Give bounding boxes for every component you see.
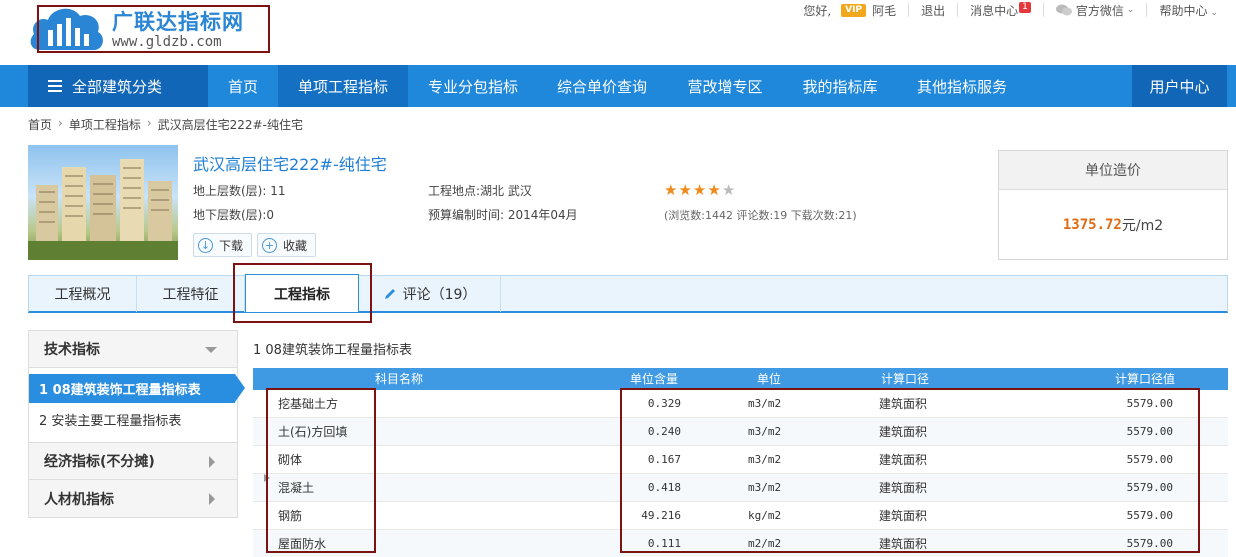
nav-item-vat[interactable]: 营改增专区 (666, 65, 784, 107)
sidebar-material-header[interactable]: 人材机指标 (28, 480, 238, 518)
nav-item-home[interactable]: 首页 (208, 65, 278, 107)
divider (1146, 3, 1148, 17)
user-center-button[interactable]: 用户中心 (1132, 65, 1227, 107)
unit-price-label: 单位造价 (999, 151, 1227, 190)
project-location: 工程地点:湖北 武汉 (428, 184, 532, 198)
nav-item-my-library[interactable]: 我的指标库 (784, 65, 896, 107)
budget-time: 预算编制时间: 2014年04月 (428, 208, 578, 222)
unit-price-body: 1375.72 元/m2 (999, 190, 1227, 260)
detail-tabs: 工程概况 工程特征 工程指标 评论（19） (28, 274, 1228, 313)
column-header-name: 科目名称 (375, 372, 424, 386)
star-filled-icon: ★ (707, 181, 722, 199)
column-header-basis-value: 计算口径值 (1115, 372, 1176, 386)
nav-item-subcontract[interactable]: 专业分包指标 (408, 65, 538, 107)
sidebar-econ-header[interactable]: 经济指标(不分摊) (28, 442, 238, 480)
triangle-down-icon (205, 347, 217, 353)
triangle-right-icon (209, 493, 215, 505)
unit-price-unit: 元/m2 (1121, 218, 1164, 234)
star-filled-icon: ★ (664, 181, 679, 199)
project-thumbnail (28, 145, 178, 260)
message-count-badge: 1 (1019, 1, 1031, 13)
breadcrumb-home[interactable]: 首页 (28, 116, 52, 133)
column-header-basis: 计算口径 (881, 372, 930, 386)
username-link[interactable]: 阿毛 (872, 2, 896, 19)
divider (908, 3, 910, 17)
help-center-link[interactable]: 帮助中心 ⌄ (1159, 2, 1218, 19)
chevron-down-icon: ⌄ (1126, 5, 1135, 15)
indicator-sidebar: 技术指标 1 08建筑装饰工程量指标表 2 安装主要工程量指标表 经济指标(不分… (28, 330, 245, 518)
breadcrumb-category[interactable]: 单项工程指标 (69, 116, 141, 133)
tab-comments[interactable]: 评论（19） (359, 276, 501, 312)
rating-stars: ★★★★★ (664, 181, 736, 199)
breadcrumb: 首页 › 单项工程指标 › 武汉高层住宅222#-纯住宅 (28, 116, 303, 133)
wechat-icon (1055, 4, 1072, 16)
highlight-box-values (620, 388, 1200, 553)
nav-item-unit-price[interactable]: 综合单价查询 (538, 65, 666, 107)
column-header-content: 单位含量 (630, 372, 679, 386)
greeting: 您好, (803, 3, 832, 18)
floors-above: 地上层数(层): 11 (193, 184, 286, 198)
project-stats: (浏览数:1442 评论数:19 下载次数:21) (664, 209, 857, 222)
favorite-button[interactable]: + 收藏 (257, 233, 317, 257)
highlight-box-tab (233, 263, 372, 323)
sidebar-item-installation[interactable]: 2 安装主要工程量指标表 (29, 405, 237, 434)
divider (1042, 3, 1044, 17)
star-filled-icon: ★ (692, 181, 708, 199)
tab-overview[interactable]: 工程概况 (29, 276, 137, 312)
star-empty-icon: ★ (721, 181, 737, 199)
message-center-label: 消息中心 (970, 3, 1019, 18)
nav-item-other-services[interactable]: 其他指标服务 (896, 65, 1028, 107)
unit-price-box: 单位造价 1375.72 元/m2 (998, 150, 1228, 260)
chevron-right-icon: › (58, 116, 63, 130)
column-header-unit: 单位 (757, 372, 782, 386)
sidebar-tech-label: 技术指标 (44, 342, 100, 358)
logout-link[interactable]: 退出 (921, 2, 945, 19)
top-header: 广联达指标网 www.gldzb.com 您好, VIP 阿毛 退出 消息中心 1… (0, 0, 1236, 65)
download-button[interactable]: ↓ 下载 (193, 233, 253, 257)
sidebar-tech-list: 1 08建筑装饰工程量指标表 2 安装主要工程量指标表 (28, 368, 245, 442)
sidebar-material-label: 人材机指标 (44, 491, 114, 508)
help-center-label: 帮助中心 (1159, 3, 1208, 18)
breadcrumb-current: 武汉高层住宅222#-纯住宅 (157, 118, 303, 132)
highlight-box-names (266, 388, 376, 553)
wechat-link[interactable]: 官方微信 ⌄ (1055, 2, 1135, 19)
plus-icon: + (262, 237, 277, 253)
favorite-label: 收藏 (283, 238, 308, 253)
top-links: 您好, VIP 阿毛 退出 消息中心 1 官方微信 ⌄ 帮助中心 ⌄ (803, 0, 1218, 20)
tab-features[interactable]: 工程特征 (137, 276, 245, 312)
sidebar-item-building-decoration[interactable]: 1 08建筑装饰工程量指标表 (29, 374, 245, 403)
triangle-right-icon (209, 456, 215, 468)
nav-item-single-project[interactable]: 单项工程指标 (278, 65, 408, 107)
pencil-icon (384, 289, 395, 299)
highlight-box-logo (37, 5, 270, 53)
star-filled-icon: ★ (678, 181, 693, 199)
download-icon: ↓ (198, 237, 213, 253)
menu-icon (48, 80, 62, 92)
tab-comments-label: 评论（19） (402, 287, 477, 303)
chevron-right-icon: › (146, 116, 152, 130)
sidebar-econ-label: 经济指标(不分摊) (44, 454, 155, 470)
main-nav: 全部建筑分类 首页 单项工程指标 专业分包指标 综合单价查询 营改增专区 我的指… (0, 65, 1236, 107)
divider (957, 3, 959, 17)
all-categories-label: 全部建筑分类 (72, 77, 163, 96)
floors-below: 地下层数(层):0 (193, 208, 275, 222)
unit-price-value: 1375.72 (1062, 217, 1122, 233)
vip-badge: VIP (841, 3, 867, 17)
message-center-link[interactable]: 消息中心 1 (970, 1, 1031, 19)
table-header: 科目名称 单位含量 单位 计算口径 计算口径值 (253, 368, 1228, 390)
sidebar-tech-header[interactable]: 技术指标 (28, 330, 238, 368)
chevron-down-icon: ⌄ (1210, 7, 1218, 18)
all-categories-button[interactable]: 全部建筑分类 (28, 65, 208, 107)
download-label: 下载 (219, 238, 244, 253)
wechat-label: 官方微信 (1075, 3, 1124, 18)
project-title: 武汉高层住宅222#-纯住宅 (193, 155, 387, 174)
table-title: 1 08建筑装饰工程量指标表 (253, 343, 412, 358)
